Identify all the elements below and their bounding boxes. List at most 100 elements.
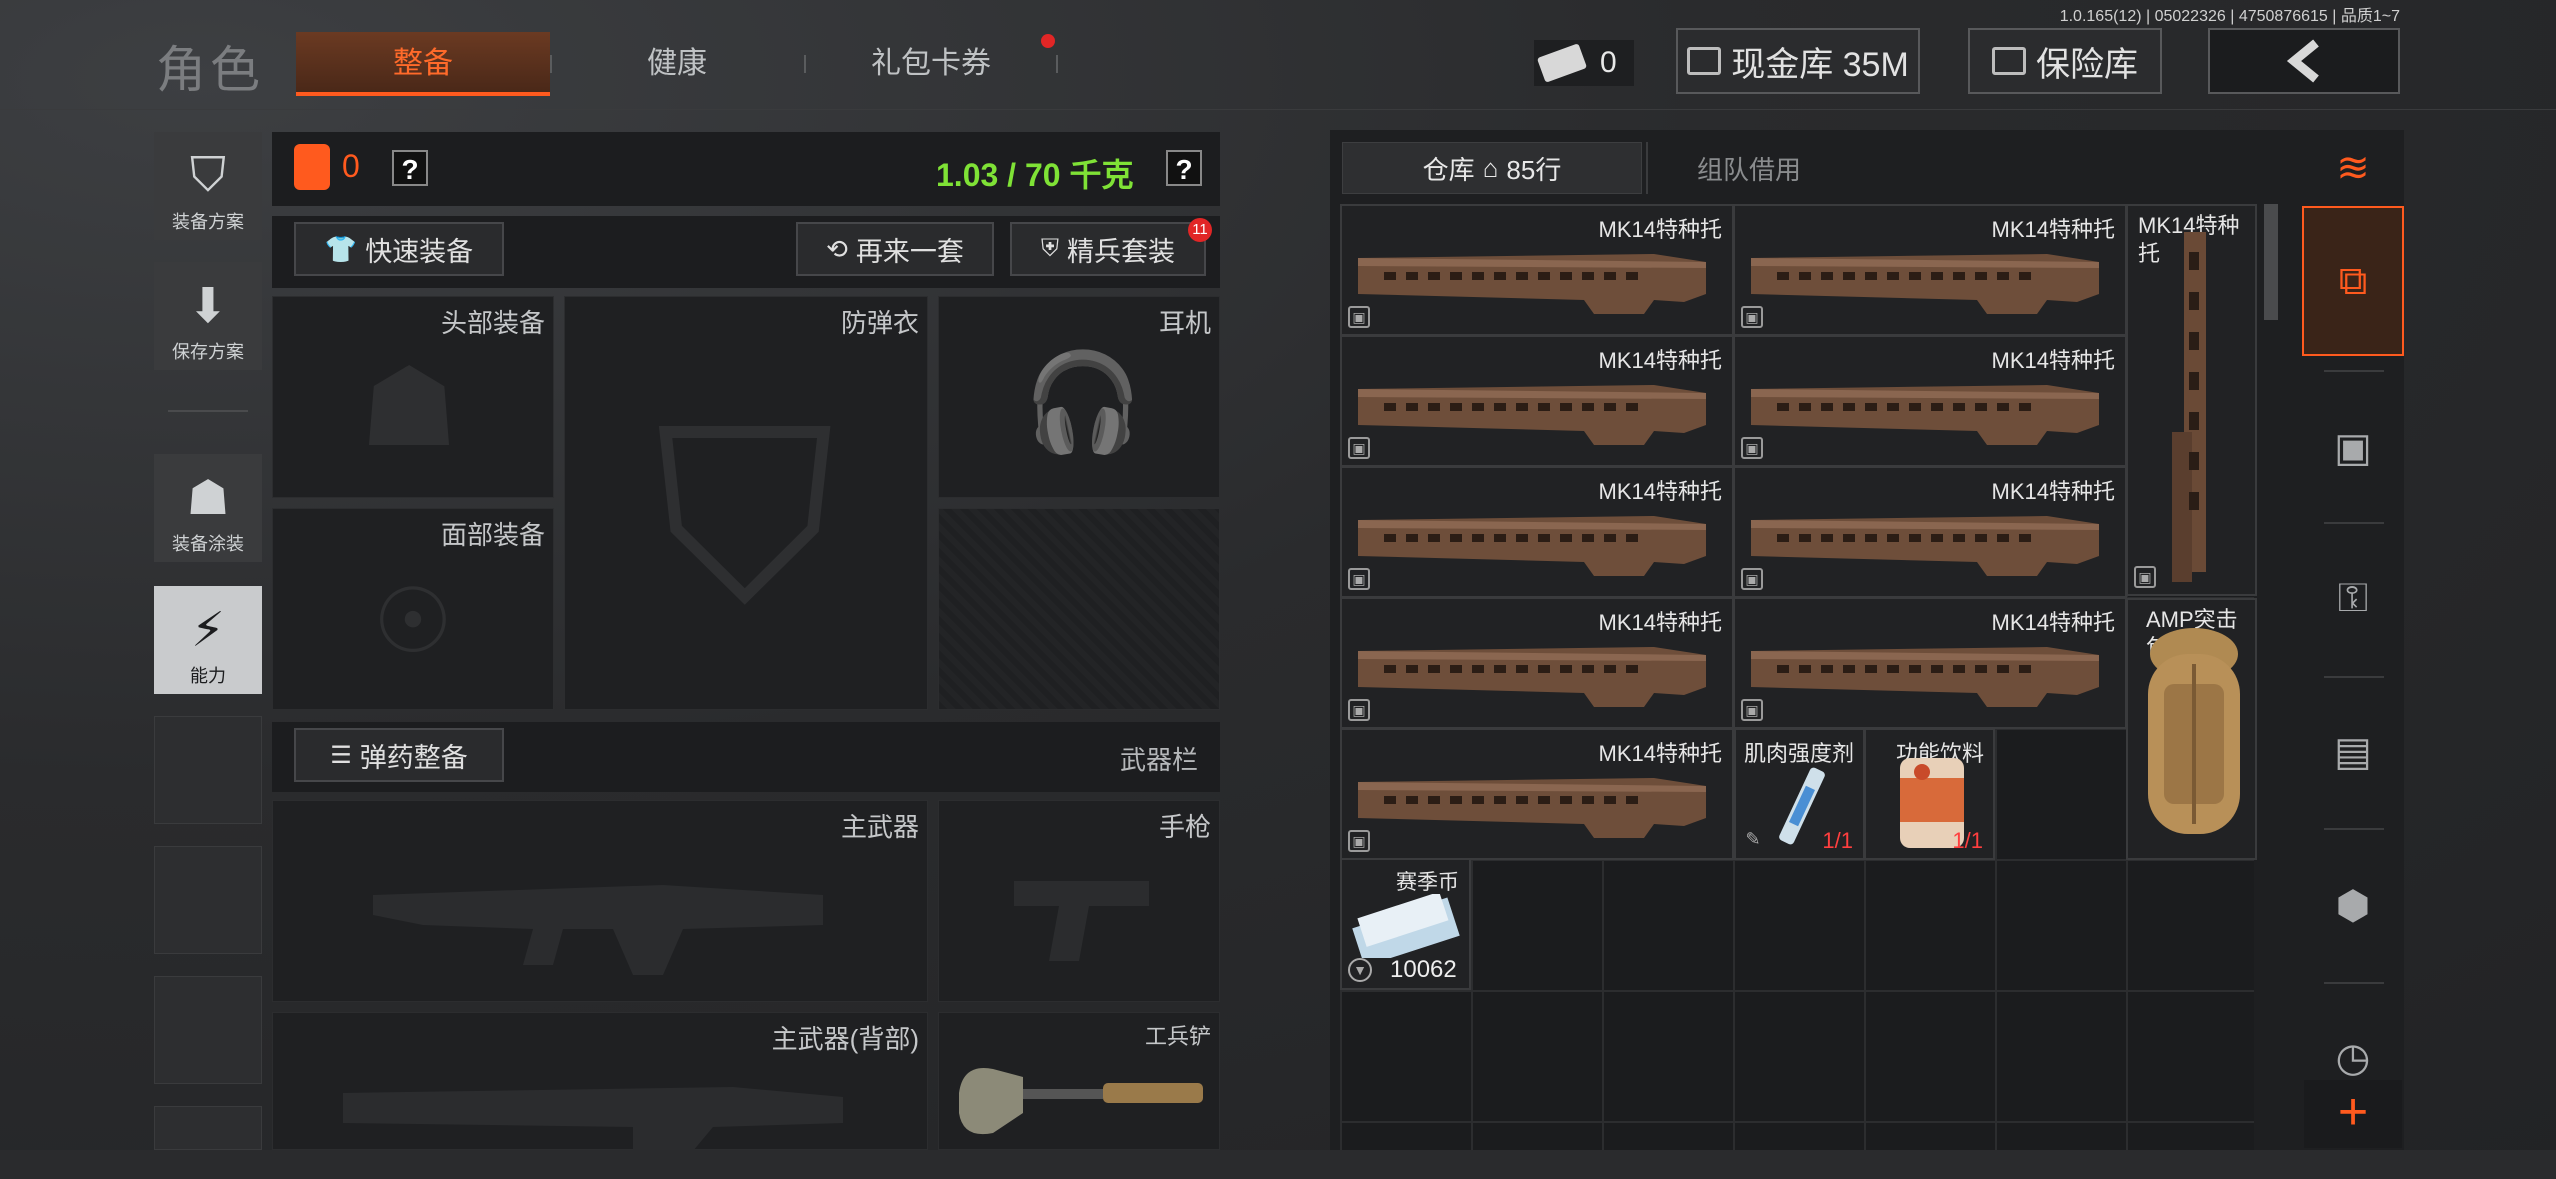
- item-mk14-handguard[interactable]: MK14特种托 ▣: [1340, 335, 1734, 467]
- sidebar-item-loadout-plan[interactable]: ⛉ 装备方案: [154, 132, 262, 240]
- item-season-coin[interactable]: 赛季币 ▼ 10062: [1340, 858, 1471, 990]
- pistol-slot[interactable]: 手枪: [938, 800, 1220, 1002]
- item-mk14-handguard[interactable]: MK14特种托 ▣: [1340, 204, 1734, 336]
- warehouse-tab[interactable]: 仓库 ⌂ 85行: [1342, 142, 1642, 194]
- sidebar-empty-slot: [154, 716, 262, 824]
- cash-stack-icon: [1352, 894, 1460, 958]
- tab-gift-coupons[interactable]: 礼包卡券: [804, 32, 1058, 96]
- sidebar-item-label: 能力: [190, 666, 226, 686]
- coin-icon: ▼: [1348, 958, 1372, 982]
- safe-icon: [1992, 47, 2026, 75]
- item-mk14-handguard[interactable]: MK14特种托 ▣: [1340, 597, 1734, 729]
- home-icon: ⌂: [1482, 152, 1499, 183]
- handguard-icon: [1358, 647, 1706, 707]
- item-mk14-handguard[interactable]: MK14特种托 ▣: [1340, 466, 1734, 598]
- body-armor-slot[interactable]: 防弹衣 ⛉: [564, 296, 928, 710]
- elite-badge: 11: [1188, 218, 1212, 242]
- stack-up-icon[interactable]: ⧉: [2302, 206, 2404, 356]
- box-icon[interactable]: ⬢: [2302, 858, 2404, 954]
- face-gear-slot[interactable]: 面部装备 ☉: [272, 508, 554, 710]
- refresh-icon: ⟲: [826, 233, 848, 264]
- quick-equip-label: 快速装备: [365, 236, 474, 267]
- sidebar-item-ability[interactable]: ⚡ 能力: [154, 586, 262, 694]
- cash-vault-label: 现金库 35M: [1731, 45, 1909, 84]
- cube-icon: ▣: [1348, 699, 1370, 721]
- safe-box-icon[interactable]: ▣: [2302, 400, 2404, 496]
- tab-health[interactable]: 健康: [550, 32, 804, 96]
- item-mk14-handguard[interactable]: MK14特种托 ▣: [1733, 335, 2127, 467]
- key-icon[interactable]: ⚿: [2302, 550, 2404, 646]
- ammo-equip-button[interactable]: ☰ 弹药整备: [294, 728, 504, 782]
- add-button[interactable]: +: [2304, 1080, 2402, 1148]
- item-name: 赛季币: [1396, 871, 1459, 894]
- cash-vault-button[interactable]: 现金库 35M: [1676, 28, 1920, 94]
- cube-icon: ▣: [1348, 437, 1370, 459]
- slot-label: 耳机: [1158, 308, 1211, 338]
- handguard-icon: [1751, 385, 2099, 445]
- clock-icon[interactable]: ◷: [2302, 1028, 2404, 1088]
- cube-icon: ▣: [1741, 699, 1763, 721]
- tab-separator: [2324, 676, 2384, 678]
- repeat-set-button[interactable]: ⟲ 再来一套: [796, 222, 994, 276]
- item-mk14-tall[interactable]: MK14特种托 ▣: [2126, 204, 2257, 596]
- elite-set-label: 精兵套装: [1067, 236, 1175, 267]
- cube-icon: ▣: [1348, 568, 1370, 590]
- shovel-slot[interactable]: 工兵铲: [938, 1012, 1220, 1150]
- ticket-counter[interactable]: 0: [1534, 40, 1634, 86]
- scrollbar-thumb[interactable]: [2264, 204, 2278, 320]
- cube-icon: ▣: [1348, 830, 1370, 852]
- item-mk14-handguard[interactable]: MK14特种托 ▣: [1733, 466, 2127, 598]
- coin-amount: 10062: [1390, 956, 1457, 983]
- safe-button[interactable]: 保险库: [1968, 28, 2162, 94]
- stack-refresh-icon[interactable]: ≋: [2302, 136, 2404, 200]
- tab-equip[interactable]: 整备: [296, 32, 550, 96]
- slot-label: 头部装备: [440, 308, 545, 338]
- item-name: MK14特种托: [1598, 479, 1722, 504]
- version-text: 1.0.165(12) | 05022326 | 4750876615 | 品质…: [2059, 8, 2400, 25]
- warehouse-rows: 85行: [1506, 154, 1562, 185]
- item-mk14-handguard[interactable]: MK14特种托 ▣: [1733, 597, 2127, 729]
- team-borrow-tab[interactable]: 组队借用: [1646, 142, 1850, 194]
- rifle-silhouette-icon: [373, 885, 823, 975]
- item-name: MK14特种托: [1598, 741, 1722, 766]
- gas-mask-silhouette-icon: ☉: [372, 572, 454, 672]
- primary-back-slot[interactable]: 主武器(背部): [272, 1012, 928, 1151]
- item-mk14-handguard[interactable]: MK14特种托 ▣: [1733, 204, 2127, 336]
- warehouse-tab-label: 仓库: [1422, 154, 1475, 185]
- handguard-icon: [1751, 516, 2099, 576]
- primary-weapon-slot[interactable]: 主武器: [272, 800, 928, 1002]
- handguard-icon: [1751, 254, 2099, 314]
- item-quantity: 1/1: [1822, 828, 1853, 853]
- elite-set-button[interactable]: ⛨ 精兵套装: [1010, 222, 1206, 276]
- head-gear-slot[interactable]: 头部装备 ☗: [272, 296, 554, 498]
- item-name: MK14特种托: [1991, 217, 2115, 242]
- notification-dot: [1041, 34, 1055, 48]
- item-amp-pack[interactable]: AMP突击包: [2126, 598, 2257, 860]
- ticket-icon: [1536, 43, 1588, 83]
- backpack-icon: [2148, 628, 2240, 834]
- item-muscle-serum[interactable]: 肌肉强度剂 ✎ 1/1: [1734, 728, 1865, 860]
- item-mk14-handguard[interactable]: MK14特种托 ▣: [1340, 728, 1734, 860]
- weight-help-icon[interactable]: ?: [1166, 150, 1202, 186]
- slot-label: 面部装备: [440, 520, 545, 550]
- sidebar-item-label: 保存方案: [172, 342, 244, 362]
- cash-icon[interactable]: ▤: [2302, 704, 2404, 800]
- ammo-icon: ☰: [330, 741, 352, 769]
- slot-label: 主武器: [840, 812, 919, 842]
- item-name: MK14特种托: [1991, 610, 2115, 635]
- item-name: MK14特种托: [1598, 348, 1722, 373]
- sidebar-item-skin[interactable]: ☗ 装备涂装: [154, 454, 262, 562]
- item-name: MK14特种托: [1598, 217, 1722, 242]
- quick-equip-button[interactable]: 👕 快速装备: [294, 222, 504, 276]
- back-button[interactable]: [2208, 28, 2400, 94]
- help-icon[interactable]: ?: [392, 150, 428, 186]
- item-energy-drink[interactable]: 功能饮料 1/1: [1864, 728, 1995, 860]
- handguard-icon: [1751, 647, 2099, 707]
- sidebar-item-save-plan[interactable]: ⬇ 保存方案: [154, 262, 262, 370]
- tab-separator: [2324, 370, 2384, 372]
- chevron-left-icon: [2286, 39, 2319, 83]
- headset-slot[interactable]: 耳机 🎧: [938, 296, 1220, 498]
- download-icon: ⬇: [187, 280, 229, 333]
- cube-icon: ▣: [1741, 568, 1763, 590]
- ammo-equip-label: 弹药整备: [359, 742, 468, 773]
